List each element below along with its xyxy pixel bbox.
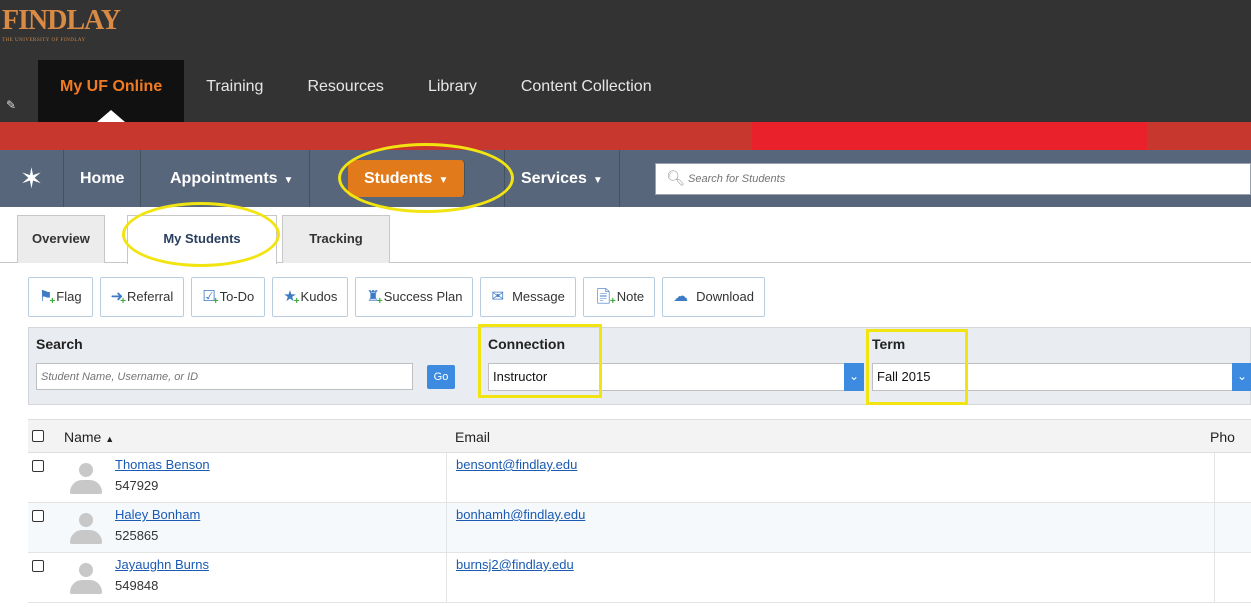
row-checkbox[interactable] — [32, 510, 44, 522]
search-filter-label: Search — [36, 336, 83, 352]
row-checkbox[interactable] — [32, 460, 44, 472]
chevron-down-icon: ⌄ — [1232, 363, 1251, 391]
tab-tracking[interactable]: Tracking — [282, 215, 390, 263]
plus-icon: + — [293, 296, 300, 307]
table-row: Jayaughn Burns 549848 burnsj2@findlay.ed… — [28, 553, 1251, 603]
download-button[interactable]: ☁ Download — [662, 277, 765, 317]
go-button[interactable]: Go — [427, 365, 455, 389]
success-plan-label: Success Plan — [383, 289, 463, 304]
student-email-link[interactable]: burnsj2@findlay.edu — [456, 557, 574, 572]
row-checkbox[interactable] — [32, 560, 44, 572]
edit-pencil-icon[interactable]: ✎ — [6, 98, 16, 112]
nav-home[interactable]: Home — [64, 150, 142, 207]
nav-students-label: Students — [364, 170, 433, 187]
tab-overview[interactable]: Overview — [17, 215, 105, 263]
action-toolbar: ⚑ + Flag ➜ + Referral ☑ + To-Do ★ + Kudos ♜ +… — [28, 277, 765, 317]
student-email-link[interactable]: bensont@findlay.edu — [456, 457, 577, 472]
plus-icon: + — [120, 296, 127, 307]
filter-panel: Search Go Connection Instructor ⌄ Term F… — [28, 327, 1251, 405]
chevron-down-icon: ▼ — [438, 175, 449, 186]
avatar — [68, 459, 104, 497]
student-search-bar[interactable]: 🔍︎ — [655, 163, 1251, 195]
term-value: Fall 2015 — [877, 369, 931, 384]
student-name-link[interactable]: Haley Bonham — [115, 507, 200, 522]
nav-services-label: Services — [521, 170, 587, 187]
student-name-link[interactable]: Thomas Benson — [115, 457, 210, 472]
tab-my-uf-online[interactable]: My UF Online — [38, 60, 185, 122]
referral-label: Referral — [127, 289, 174, 304]
red-banner-highlight — [752, 122, 1147, 150]
cloud-download-icon: ☁ — [673, 288, 689, 305]
plus-icon: + — [49, 296, 56, 307]
connection-select[interactable]: Instructor ⌄ — [488, 363, 864, 391]
connection-label: Connection — [488, 336, 565, 352]
tab-training[interactable]: Training — [184, 60, 285, 122]
flag-button[interactable]: ⚑ + Flag — [28, 277, 93, 317]
star-logo-icon[interactable]: ✶ — [0, 150, 64, 207]
term-select[interactable]: Fall 2015 ⌄ — [872, 363, 1251, 391]
nav-services[interactable]: Services ▼ — [504, 150, 620, 207]
kudos-button[interactable]: ★ + Kudos — [272, 277, 349, 317]
referral-button[interactable]: ➜ + Referral — [99, 277, 185, 317]
message-button[interactable]: ✉ Message — [480, 277, 576, 317]
todo-label: To-Do — [219, 289, 255, 304]
select-all-checkbox[interactable] — [32, 430, 44, 442]
student-email-link[interactable]: bonhamh@findlay.edu — [456, 507, 585, 522]
name-header-label: Name — [64, 429, 102, 445]
student-id: 525865 — [115, 528, 159, 543]
avatar — [68, 559, 104, 597]
search-icon: 🔍︎ — [666, 170, 686, 187]
connection-value: Instructor — [493, 369, 548, 384]
download-label: Download — [696, 289, 754, 304]
sort-ascending-icon: ▲ — [105, 434, 115, 444]
top-tab-bar: My UF Online Training Resources Library … — [38, 60, 674, 122]
chevron-down-icon: ⌄ — [844, 363, 864, 391]
tab-library[interactable]: Library — [406, 60, 499, 122]
sub-tab-bar: Overview My Students Tracking — [0, 207, 1251, 264]
logo-wordmark: FINDLAY — [2, 5, 121, 36]
success-plan-button[interactable]: ♜ + Success Plan — [355, 277, 474, 317]
table-row: Thomas Benson 547929 bensont@findlay.edu — [28, 453, 1251, 503]
student-name-link[interactable]: Jayaughn Burns — [115, 557, 209, 572]
tab-my-students[interactable]: My Students — [127, 215, 277, 264]
table-row: Haley Bonham 525865 bonhamh@findlay.edu — [28, 503, 1251, 553]
nav-students[interactable]: Students ▼ — [348, 160, 466, 197]
university-header: FINDLAY THE UNIVERSITY OF FINDLAY My UF … — [0, 0, 1251, 122]
findlay-logo[interactable]: FINDLAY THE UNIVERSITY OF FINDLAY — [2, 5, 121, 44]
envelope-icon: ✉ — [491, 288, 505, 305]
plus-icon: + — [212, 296, 219, 307]
nav-appointments[interactable]: Appointments ▼ — [154, 150, 311, 207]
student-id: 547929 — [115, 478, 159, 493]
flag-label: Flag — [56, 289, 82, 304]
student-id: 549848 — [115, 578, 159, 593]
tab-content-collection[interactable]: Content Collection — [499, 60, 674, 122]
nav-home-label: Home — [80, 170, 125, 187]
logo-subtitle: THE UNIVERSITY OF FINDLAY — [2, 38, 86, 43]
note-label: Note — [616, 289, 645, 304]
email-column-header[interactable]: Email — [455, 420, 490, 454]
tab-resources[interactable]: Resources — [285, 60, 405, 122]
student-name-search-input[interactable] — [36, 363, 413, 390]
plus-icon: + — [609, 296, 616, 307]
app-nav-bar: ✶ Home Appointments ▼ Students ▼ Services ▼… — [0, 150, 1251, 207]
nav-appointments-label: Appointments — [170, 170, 278, 187]
chevron-down-icon: ▼ — [592, 175, 603, 186]
phone-column-header[interactable]: Pho — [1210, 420, 1235, 454]
name-column-header[interactable]: Name ▲ — [64, 420, 114, 454]
message-label: Message — [512, 289, 565, 304]
term-label: Term — [872, 336, 906, 352]
plus-icon: + — [376, 296, 383, 307]
note-button[interactable]: 📄︎ + Note — [582, 277, 656, 317]
todo-button[interactable]: ☑ + To-Do — [191, 277, 266, 317]
table-header: Name ▲ Email Pho — [28, 419, 1251, 453]
kudos-label: Kudos — [300, 289, 338, 304]
chevron-down-icon: ▼ — [283, 175, 294, 186]
avatar — [68, 509, 104, 547]
red-banner — [0, 122, 1251, 150]
student-search-input[interactable] — [688, 164, 1228, 194]
